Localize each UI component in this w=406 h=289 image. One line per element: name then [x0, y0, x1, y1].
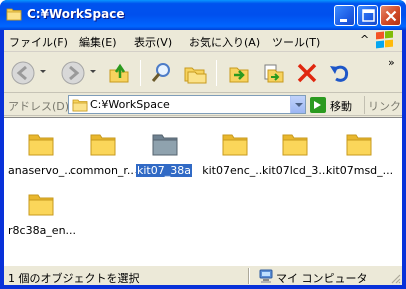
- folder-item[interactable]: kit07msd_...: [326, 124, 394, 180]
- delete-icon: [297, 63, 317, 83]
- folder-icon: [222, 134, 248, 156]
- folders-icon: [184, 67, 207, 84]
- undo-icon: [330, 65, 349, 82]
- folder-label: kit07lcd_3...: [262, 164, 329, 177]
- menu-bar: ファイル(F) 編集(E) 表示(V) お気に入り(A) ツール(T) ^: [4, 30, 402, 52]
- address-label: アドレス(D): [8, 100, 70, 113]
- go-arrow-icon[interactable]: [310, 97, 326, 113]
- address-bar: アドレス(D) C:¥WorkSpace 移動 リンク: [4, 94, 402, 116]
- status-zone-label: マイ コンピュータ: [276, 272, 368, 285]
- menu-favorites[interactable]: お気に入り(A): [189, 34, 260, 50]
- folder-label: r8c38a_en...: [8, 224, 77, 237]
- folder-icon: [72, 99, 88, 112]
- maximize-icon: [362, 9, 375, 22]
- menu-edit[interactable]: 編集(E): [79, 34, 117, 50]
- toolbar-separator: [140, 60, 141, 86]
- windows-logo-icon: [376, 31, 393, 49]
- my-computer-icon: [259, 269, 273, 283]
- window-title: C:¥WorkSpace: [27, 7, 125, 21]
- go-button[interactable]: 移動: [330, 98, 352, 114]
- copy-to-icon: [264, 64, 284, 83]
- links-button[interactable]: リンク: [368, 98, 401, 114]
- search-icon: [151, 63, 170, 82]
- move-to-icon: [229, 67, 249, 83]
- address-separator: [364, 96, 365, 114]
- folder-icon: [282, 134, 308, 156]
- file-list[interactable]: anaservo_... common_r... kit07_38a kit07…: [4, 117, 402, 265]
- address-value[interactable]: C:¥WorkSpace: [90, 98, 170, 111]
- resize-grip-icon[interactable]: [389, 272, 401, 284]
- menu-view[interactable]: 表示(V): [134, 34, 172, 50]
- address-input[interactable]: C:¥WorkSpace: [68, 95, 306, 114]
- back-button[interactable]: [8, 58, 38, 88]
- client-area: ファイル(F) 編集(E) 表示(V) お気に入り(A) ツール(T) ^ » …: [4, 30, 402, 285]
- folder-label: kit07msd_...: [326, 164, 394, 177]
- folder-icon: [28, 134, 54, 156]
- maximize-button[interactable]: [357, 5, 378, 26]
- folder-item[interactable]: r8c38a_en...: [8, 184, 76, 240]
- status-bar: 1 個のオブジェクトを選択 マイ コンピュータ: [4, 265, 402, 285]
- explorer-window: C:¥WorkSpace ファイル(F) 編集(E) 表示(V) お気に入り(A…: [0, 0, 406, 289]
- folder-item[interactable]: kit07lcd_3...: [262, 124, 329, 180]
- folder-label: kit07enc_...: [202, 164, 266, 177]
- minimize-button[interactable]: [334, 5, 355, 26]
- up-button[interactable]: [104, 58, 134, 88]
- up-folder-icon: [109, 63, 129, 83]
- folder-item-selected[interactable]: kit07_38a: [132, 124, 196, 180]
- folder-icon: [346, 134, 372, 156]
- undo-button[interactable]: [324, 58, 354, 88]
- address-dropdown-button[interactable]: [290, 96, 305, 113]
- forward-icon: [61, 61, 85, 85]
- back-icon: [11, 61, 35, 85]
- move-to-button[interactable]: [224, 58, 254, 88]
- folder-icon: [90, 134, 116, 156]
- close-icon: [385, 10, 397, 22]
- folder-item[interactable]: common_r...: [70, 124, 138, 180]
- folders-button[interactable]: [180, 58, 210, 88]
- folder-item[interactable]: kit07enc_...: [202, 124, 266, 180]
- toolbar-separator: [216, 60, 217, 86]
- folder-icon: [152, 134, 178, 156]
- folder-icon: [6, 8, 22, 21]
- window-frame-bottom: [0, 285, 406, 289]
- back-dropdown-icon[interactable]: [40, 70, 46, 73]
- delete-button[interactable]: [292, 58, 322, 88]
- close-button[interactable]: [380, 5, 401, 26]
- status-selection-text: 1 個のオブジェクトを選択: [8, 272, 140, 285]
- forward-button[interactable]: [58, 58, 88, 88]
- copy-to-button[interactable]: [258, 58, 288, 88]
- status-divider: [248, 268, 250, 284]
- folder-label: common_r...: [70, 164, 138, 177]
- folder-label: anaservo_...: [8, 164, 75, 177]
- title-bar[interactable]: C:¥WorkSpace: [0, 0, 406, 30]
- toolbar: »: [4, 53, 402, 93]
- forward-dropdown-icon[interactable]: [90, 70, 96, 73]
- search-button[interactable]: [146, 58, 176, 88]
- menu-file[interactable]: ファイル(F): [9, 34, 68, 50]
- folder-label: kit07_38a: [135, 163, 193, 178]
- menu-overflow-button[interactable]: ^: [360, 33, 369, 46]
- minimize-icon: [340, 19, 347, 22]
- menu-tools[interactable]: ツール(T): [272, 34, 320, 50]
- folder-item[interactable]: anaservo_...: [8, 124, 75, 180]
- folder-icon: [28, 194, 54, 216]
- toolbar-overflow-button[interactable]: »: [388, 56, 395, 69]
